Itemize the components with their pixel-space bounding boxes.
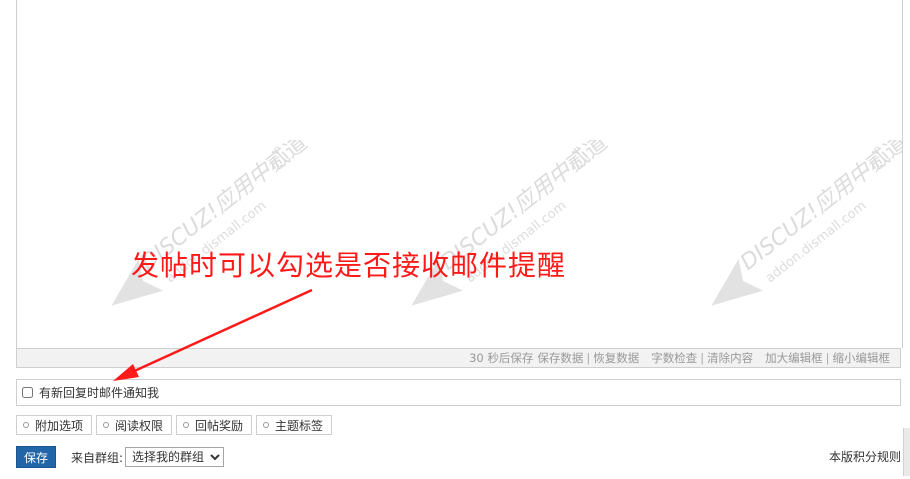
- topic-tags-button[interactable]: 主题标签: [256, 415, 333, 435]
- shrink-editor-link[interactable]: 缩小编辑框: [833, 350, 891, 366]
- svg-text:贰道: 贰道: [862, 140, 903, 177]
- bullet-icon: [263, 422, 270, 428]
- email-notify-checkbox[interactable]: [22, 387, 33, 398]
- post-editor-textarea[interactable]: DISCUZ!应用中心 addon.dismall.com 贰道 DISCUZ!…: [16, 0, 903, 348]
- group-select[interactable]: 选择我的群组: [125, 447, 225, 467]
- restore-data-link[interactable]: 恢复数据: [593, 350, 639, 366]
- svg-text:贰道: 贰道: [562, 140, 612, 177]
- word-check-link[interactable]: 字数检查: [651, 350, 697, 366]
- email-notify-option: 有新回复时邮件通知我: [16, 379, 901, 406]
- watermark: DISCUZ!应用中心 addon.dismall.com 贰道: [662, 130, 903, 320]
- save-button[interactable]: 保存: [16, 446, 56, 468]
- clear-content-link[interactable]: 清除内容: [707, 350, 753, 366]
- bullet-icon: [23, 422, 29, 428]
- scrollbar[interactable]: [903, 428, 910, 476]
- email-notify-label[interactable]: 有新回复时邮件通知我: [39, 384, 159, 401]
- forum-rules-link[interactable]: 本版积分规则: [829, 448, 901, 465]
- bullet-icon: [183, 422, 190, 428]
- read-permission-button[interactable]: 阅读权限: [96, 415, 173, 435]
- editor-status-bar: 30 秒后保存 保存数据 | 恢复数据 字数检查 | 清除内容 加大编辑框 | …: [16, 348, 901, 368]
- annotation-text: 发帖时可以勾选是否接收邮件提醒: [131, 249, 567, 282]
- enlarge-editor-link[interactable]: 加大编辑框: [765, 350, 823, 366]
- post-options-tabs: 附加选项 阅读权限 回帖奖励 主题标签: [16, 415, 333, 435]
- save-data-link[interactable]: 保存数据: [537, 350, 583, 366]
- extra-options-button[interactable]: 附加选项: [16, 415, 93, 435]
- svg-text:贰道: 贰道: [262, 140, 312, 177]
- submit-row: 保存 来自群组: 选择我的群组: [16, 446, 225, 468]
- reply-reward-button[interactable]: 回帖奖励: [176, 415, 253, 435]
- watermark: DISCUZ!应用中心 addon.dismall.com 贰道: [362, 130, 622, 320]
- watermark: DISCUZ!应用中心 addon.dismall.com 贰道: [62, 130, 322, 320]
- group-label: 来自群组:: [71, 450, 124, 465]
- autosave-countdown: 30 秒后保存: [469, 351, 534, 365]
- bullet-icon: [103, 422, 110, 428]
- svg-text:addon.dismall.com: addon.dismall.com: [763, 198, 869, 286]
- svg-text:DISCUZ!应用中心: DISCUZ!应用中心: [736, 144, 895, 276]
